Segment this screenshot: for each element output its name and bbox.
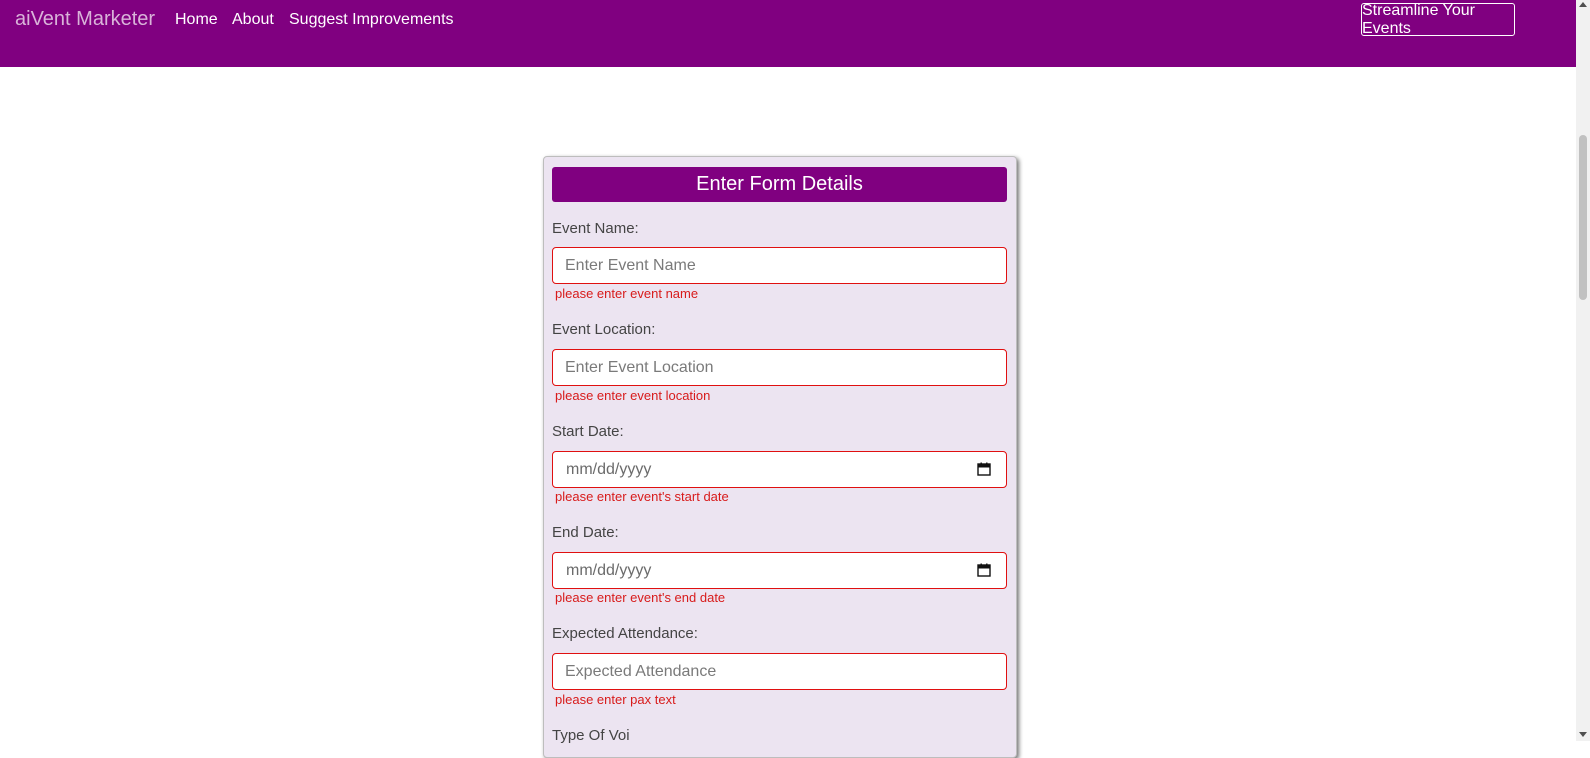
end-date-error: please enter event's end date <box>555 590 726 605</box>
end-date-input[interactable]: mm/dd/yyyy <box>552 552 1007 589</box>
event-location-error: please enter event location <box>555 388 711 403</box>
start-date-label: Start Date: <box>552 423 624 440</box>
expected-attendance-error: please enter pax text <box>555 692 676 707</box>
streamline-events-button[interactable]: Streamline Your Events <box>1361 2 1515 37</box>
calendar-icon[interactable] <box>977 563 991 577</box>
nav-link-suggest-improvements[interactable]: Suggest Improvements <box>289 11 454 29</box>
end-date-placeholder: mm/dd/yyyy <box>566 562 652 579</box>
brand-logo[interactable]: aiVent Marketer <box>15 8 155 31</box>
event-location-label: Event Location: <box>552 321 656 338</box>
expected-attendance-input[interactable] <box>552 653 1007 690</box>
top-navbar: aiVent Marketer Home About Suggest Impro… <box>0 0 1576 67</box>
page-scrollbar[interactable] <box>1576 0 1590 741</box>
start-date-error: please enter event's start date <box>555 489 729 504</box>
form-title: Enter Form Details <box>552 167 1007 202</box>
event-location-input[interactable] <box>552 349 1007 386</box>
nav-link-about[interactable]: About <box>232 11 274 29</box>
nav-link-home[interactable]: Home <box>175 11 218 29</box>
event-name-label: Event Name: <box>552 220 639 237</box>
start-date-placeholder: mm/dd/yyyy <box>566 461 652 478</box>
scroll-thumb[interactable] <box>1579 135 1587 300</box>
end-date-label: End Date: <box>552 524 619 541</box>
event-name-error: please enter event name <box>555 286 699 301</box>
type-of-voice-label: Type Of Voi <box>552 727 630 744</box>
expected-attendance-label: Expected Attendance: <box>552 625 698 642</box>
calendar-icon[interactable] <box>977 462 991 476</box>
start-date-input[interactable]: mm/dd/yyyy <box>552 451 1007 488</box>
event-name-input[interactable] <box>552 247 1007 284</box>
scroll-up-arrow-icon[interactable] <box>1579 2 1587 7</box>
event-form-card: Enter Form Details Event Name: please en… <box>543 156 1017 758</box>
scroll-down-arrow-icon[interactable] <box>1579 732 1587 737</box>
